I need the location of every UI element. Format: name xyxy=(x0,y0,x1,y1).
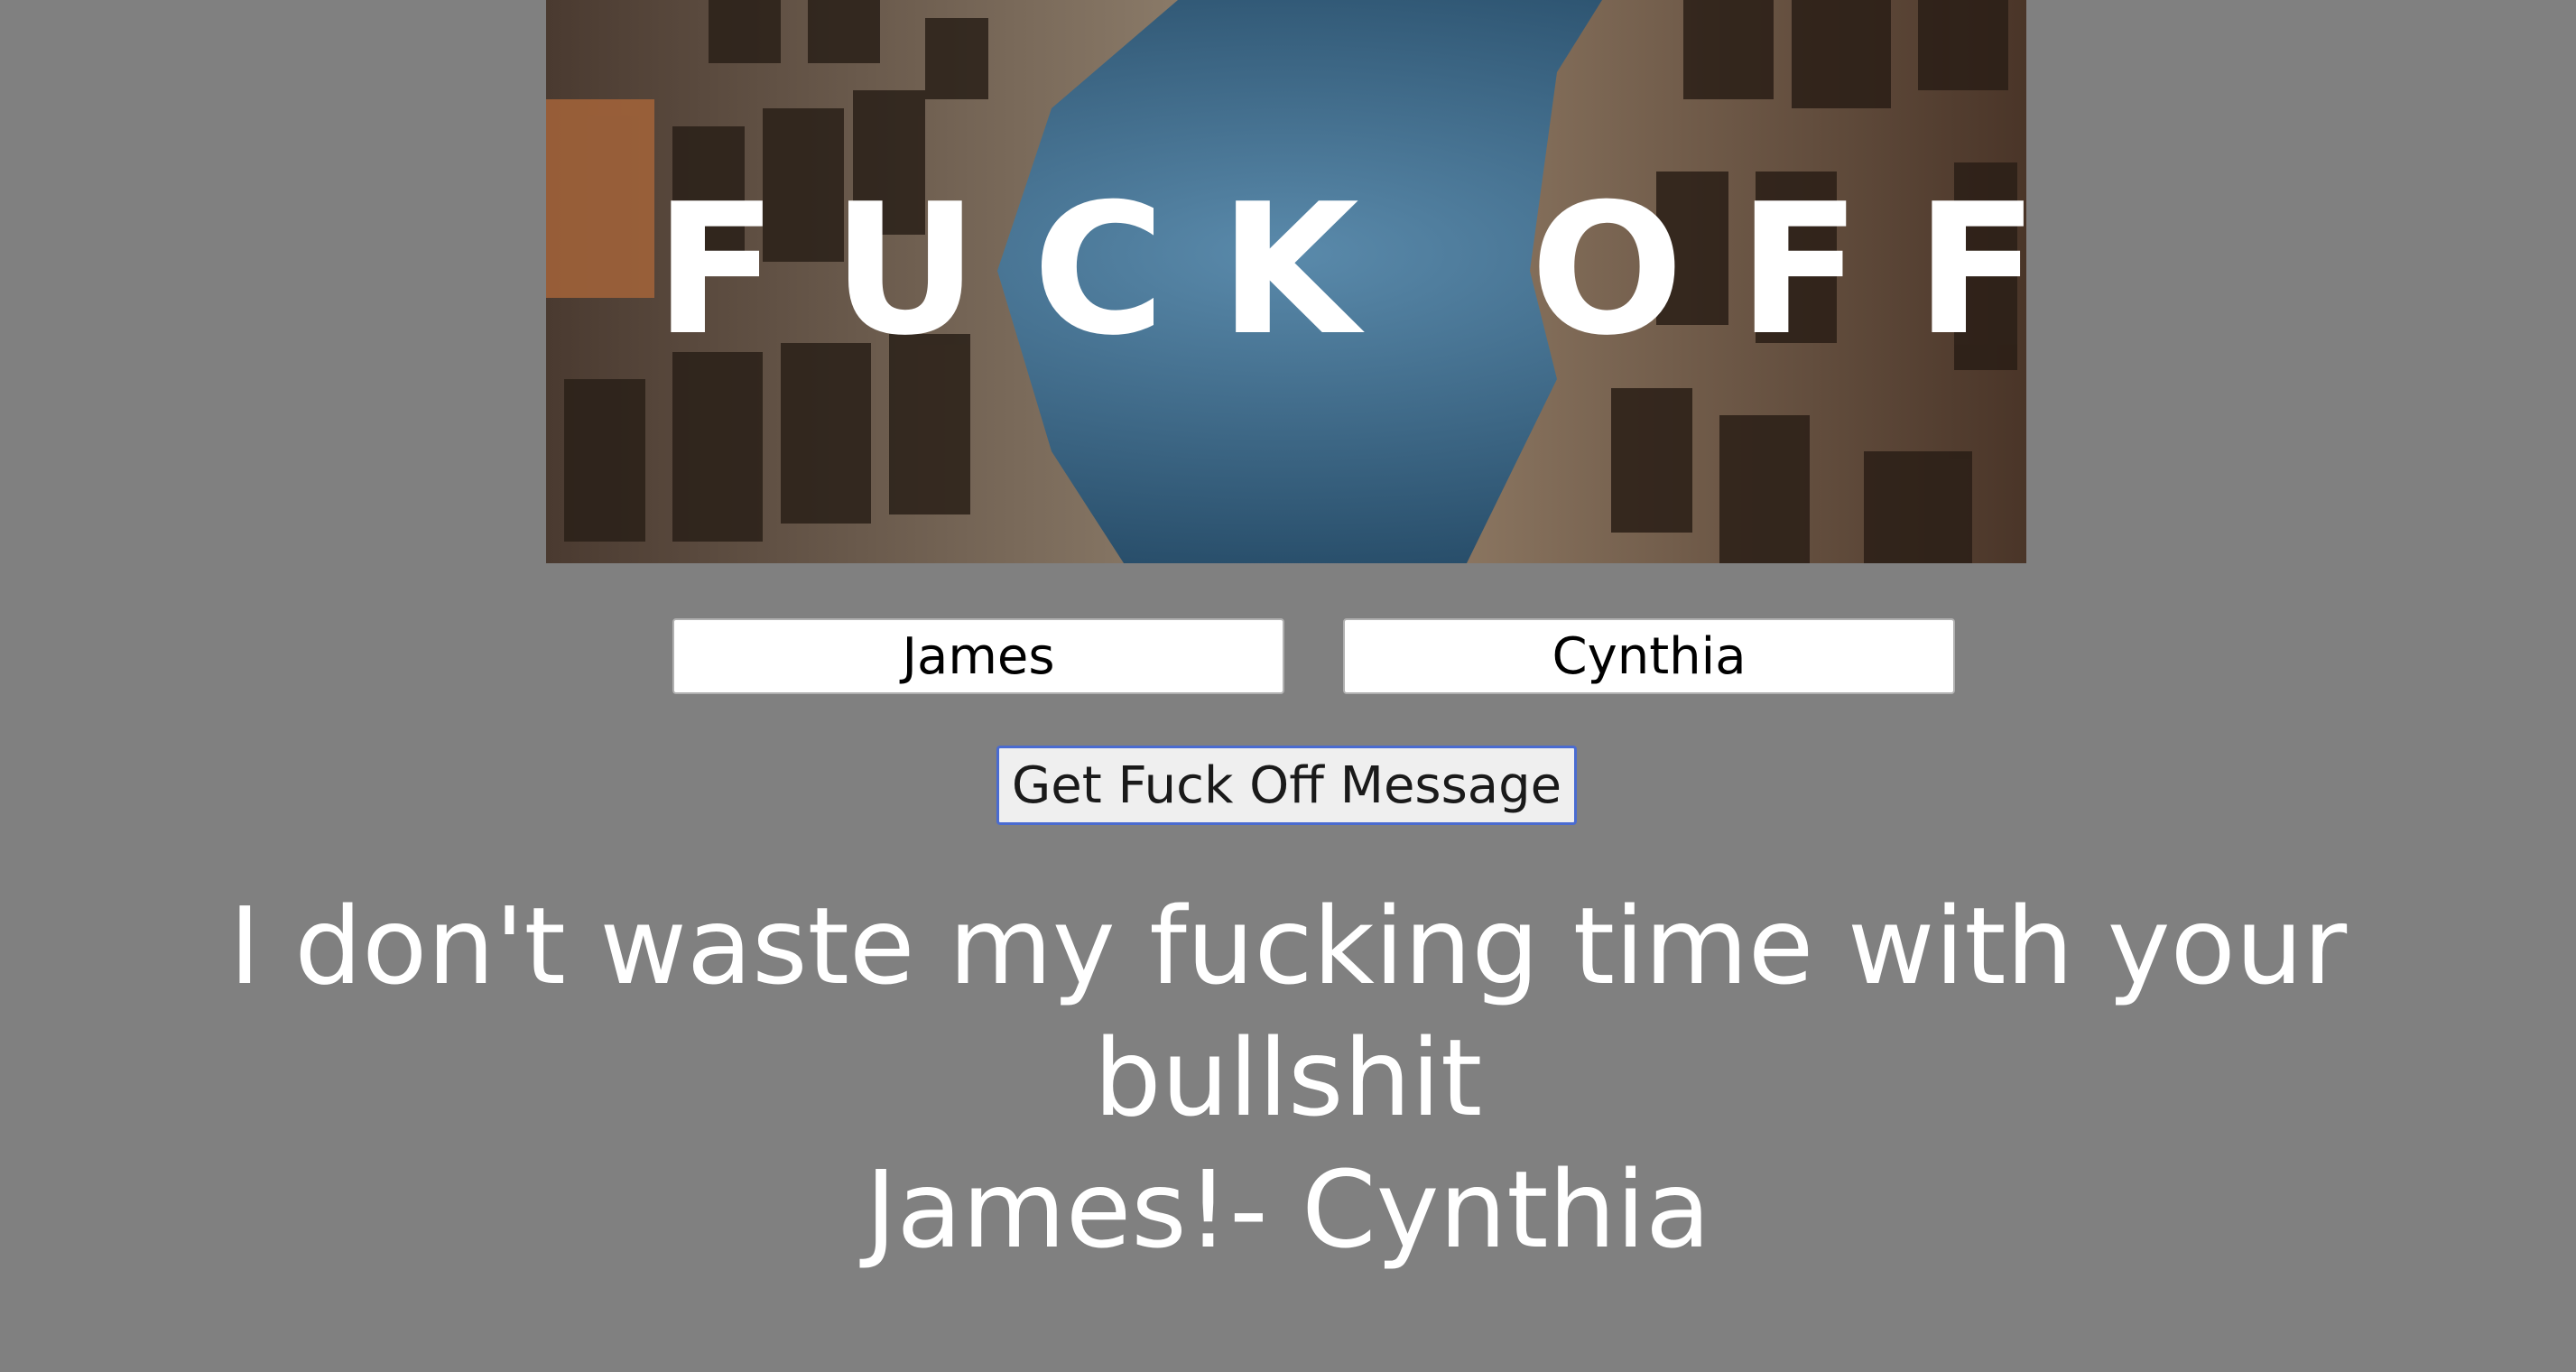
result-line-2: James!- Cynthia xyxy=(865,1147,1711,1272)
banner-image: FUCK OFF xyxy=(546,0,2026,563)
result-line-1: I don't waste my fucking time with your … xyxy=(228,884,2348,1140)
result-message: I don't waste my fucking time with your … xyxy=(54,880,2522,1275)
banner-title: FUCK OFF xyxy=(654,165,2026,375)
to-name-input[interactable] xyxy=(1343,618,1955,694)
from-name-input[interactable] xyxy=(672,618,1284,694)
page: FUCK OFF Get Fuck Off Message I don't wa… xyxy=(0,0,2576,1372)
name-inputs xyxy=(0,618,2576,696)
get-message-button[interactable]: Get Fuck Off Message xyxy=(996,746,1577,825)
